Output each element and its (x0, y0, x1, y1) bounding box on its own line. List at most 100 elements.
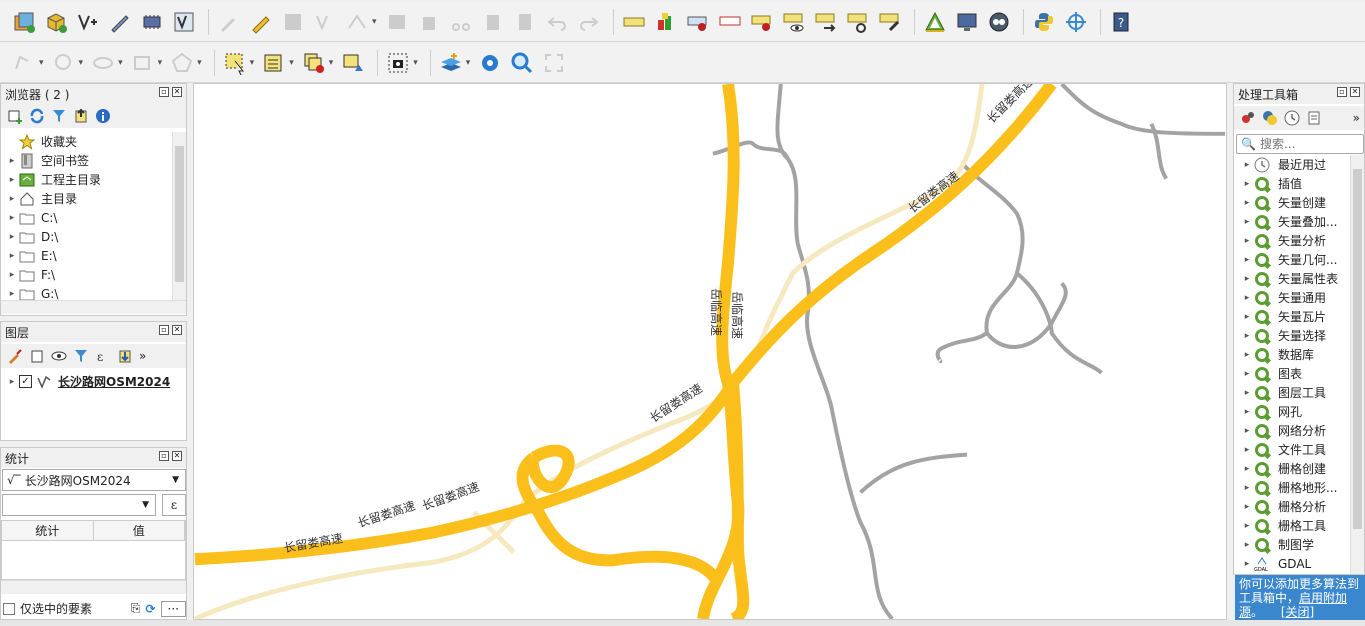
browser-hscroll[interactable] (1, 300, 186, 314)
expand-arrow-icon[interactable]: ▸ (1240, 236, 1254, 246)
expand-arrow-icon[interactable]: ▸ (1240, 445, 1254, 455)
undo-button[interactable] (543, 8, 571, 36)
expand-arrow-icon[interactable]: ▸ (1240, 521, 1254, 531)
browser-item[interactable]: ▸ E:\ (1, 246, 186, 265)
modify-attributes-button[interactable] (383, 8, 411, 36)
refresh-icon[interactable]: ⟳ (145, 602, 155, 616)
expand-arrow-icon[interactable]: ▸ (1240, 388, 1254, 398)
expand-arrow-icon[interactable]: ▸ (1240, 312, 1254, 322)
browser-item[interactable]: ▸ C:\ (1, 208, 186, 227)
processing-search-input[interactable] (1259, 137, 1350, 151)
more-options-button[interactable]: ··· (160, 600, 186, 617)
close-panel-icon[interactable]: ✕ (172, 451, 182, 461)
float-panel-icon[interactable]: ▫ (159, 325, 169, 335)
rotate-label-button[interactable] (812, 8, 840, 36)
value-column-header[interactable]: 值 (94, 521, 185, 540)
select-features-button[interactable] (221, 49, 249, 77)
processing-item[interactable]: ▸ 矢量属性表 (1234, 269, 1352, 288)
crosshair-button[interactable] (1062, 8, 1090, 36)
layer-row[interactable]: ▸ ✓ 长沙路网OSM2024 (1, 372, 186, 391)
delete-selected-button[interactable] (415, 8, 443, 36)
globe-plugin-button[interactable] (985, 8, 1013, 36)
expand-arrow-icon[interactable]: ▸ (1240, 350, 1254, 360)
processing-item[interactable]: ▸ 矢量选择 (1234, 326, 1352, 345)
browser-item[interactable]: ▸ 主目录 (1, 189, 186, 208)
pin-labels-button[interactable] (684, 8, 712, 36)
select-by-expression-button[interactable] (260, 49, 288, 77)
expand-arrow-icon[interactable]: ▸ (5, 156, 19, 166)
processing-item[interactable]: ▸ 网络分析 (1234, 421, 1352, 440)
expand-arrow-icon[interactable]: ▸ (5, 175, 19, 185)
close-panel-icon[interactable]: ✕ (1350, 87, 1360, 97)
screenshot-button[interactable] (384, 49, 412, 77)
toggle-editing-button[interactable] (247, 8, 275, 36)
processing-item[interactable]: ▸ 制图学 (1234, 535, 1352, 554)
visibility-eye-icon[interactable] (51, 348, 67, 364)
more-tools-icon[interactable]: » (139, 349, 146, 363)
add-feature-button[interactable] (311, 8, 339, 36)
expand-arrow-icon[interactable]: ▸ (1240, 540, 1254, 550)
info-icon[interactable] (95, 108, 111, 124)
float-panel-icon[interactable]: ▫ (159, 87, 169, 97)
show-labels-button[interactable] (716, 8, 744, 36)
add-ellipse-button[interactable] (89, 49, 117, 77)
processing-item[interactable]: ▸ GDAL GDAL (1234, 554, 1352, 573)
layer-name[interactable]: 长沙路网OSM2024 (58, 373, 170, 390)
processing-item[interactable]: ▸ 矢量叠加... (1234, 212, 1352, 231)
geometry-checker-button[interactable] (921, 8, 949, 36)
save-edits-button[interactable] (279, 8, 307, 36)
stats-field-select[interactable]: ▼ (2, 494, 156, 516)
expand-arrow-icon[interactable]: ▸ (1240, 502, 1254, 512)
cut-button[interactable] (447, 8, 475, 36)
expand-arrow-icon[interactable]: ▸ (1240, 274, 1254, 284)
stats-layer-select[interactable]: √‾ 长沙路网OSM2024 ▼ (2, 469, 186, 491)
expression-filter-icon[interactable]: ε (95, 348, 111, 364)
plugin-2d-button[interactable] (953, 8, 981, 36)
expand-arrow-icon[interactable]: ▸ (1240, 483, 1254, 493)
expand-arrow-icon[interactable]: ▸ (5, 251, 19, 261)
settings-button[interactable] (476, 49, 504, 77)
add-rectangle-button[interactable] (129, 49, 157, 77)
expand-arrow-icon[interactable]: ▸ (1240, 217, 1254, 227)
expand-arrow-icon[interactable]: ▸ (1240, 407, 1254, 417)
style-brush-icon[interactable] (7, 348, 23, 364)
label-button[interactable] (620, 8, 648, 36)
filter-icon[interactable] (51, 108, 67, 124)
copy-button[interactable] (479, 8, 507, 36)
processing-item[interactable]: ▸ 栅格分析 (1234, 497, 1352, 516)
hint-close-link[interactable]: [关闭] (1281, 605, 1314, 619)
processing-item[interactable]: ▸ 矢量瓦片 (1234, 307, 1352, 326)
redo-button[interactable] (575, 8, 603, 36)
expand-arrow-icon[interactable]: ▸ (5, 213, 19, 223)
processing-item[interactable]: ▸ 插值 (1234, 174, 1352, 193)
processing-item[interactable]: ▸ 数据库 (1234, 345, 1352, 364)
expand-arrow-icon[interactable]: ▸ (1240, 464, 1254, 474)
map-canvas[interactable]: 长留娄高速 长留娄高速 长留娄高速 长留娄高速 长留娄高速 长留娄高速 岳临高速 岳临高速 (193, 83, 1227, 620)
expand-arrow-icon[interactable]: ▸ (5, 194, 19, 204)
add-layer-button[interactable] (10, 8, 38, 36)
fullscreen-button[interactable] (540, 49, 568, 77)
select-location-button[interactable] (339, 49, 367, 77)
models-gears-icon[interactable] (1240, 110, 1256, 126)
expand-all-icon[interactable] (117, 348, 133, 364)
stats-hscroll[interactable] (1, 580, 186, 594)
processing-item[interactable]: ▸ 网孔 (1234, 402, 1352, 421)
refresh-icon[interactable] (29, 108, 45, 124)
browser-vscroll[interactable] (172, 132, 186, 300)
browser-item[interactable]: ▸ G:\ (1, 284, 186, 300)
processing-item[interactable]: ▸ 矢量几何... (1234, 250, 1352, 269)
expand-arrow-icon[interactable]: ▸ (5, 232, 19, 242)
more-tools-icon[interactable]: » (1353, 111, 1360, 125)
processing-item[interactable]: ▸ 矢量分析 (1234, 231, 1352, 250)
expand-arrow-icon[interactable]: ▸ (5, 377, 19, 387)
zoom-search-button[interactable] (508, 49, 536, 77)
add-selected-icon[interactable] (7, 108, 23, 124)
add-vector-button[interactable] (42, 8, 70, 36)
edit-pencil-gray-button[interactable] (215, 8, 243, 36)
expand-arrow-icon[interactable]: ▸ (1240, 293, 1254, 303)
expand-arrow-icon[interactable]: ▸ (1240, 426, 1254, 436)
processing-item[interactable]: ▸ 最近用过 (1234, 155, 1352, 174)
add-vector-v-button[interactable] (170, 8, 198, 36)
browser-item[interactable]: 收藏夹 (1, 132, 186, 151)
expand-arrow-icon[interactable]: ▸ (1240, 559, 1254, 569)
